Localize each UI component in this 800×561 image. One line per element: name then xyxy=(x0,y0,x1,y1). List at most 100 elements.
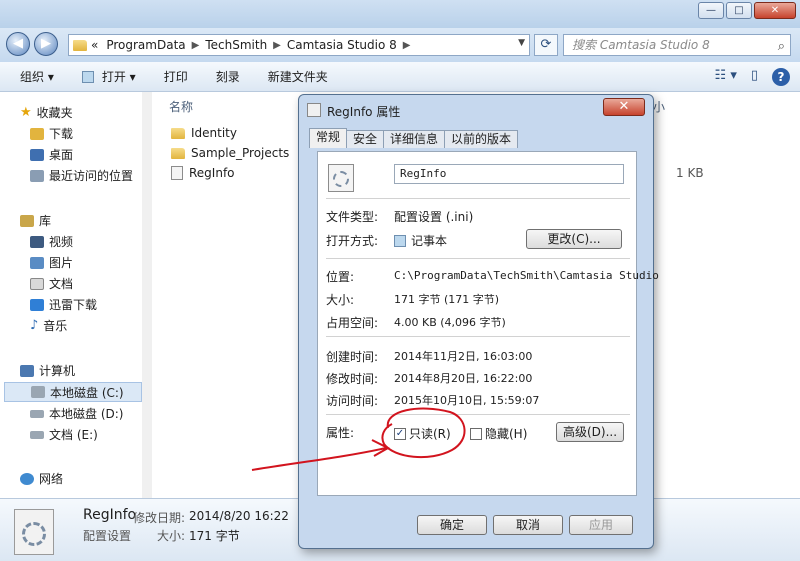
address-bar[interactable]: « ProgramData ▶ TechSmith ▶ Camtasia Stu… xyxy=(68,34,530,56)
notepad-icon xyxy=(394,235,406,247)
network-icon xyxy=(20,472,34,485)
details-file-type: 配置设置 xyxy=(83,529,132,543)
sidebar-scrollbar[interactable] xyxy=(142,92,152,498)
gear-icon xyxy=(22,522,46,546)
sidebar-item-xunlei[interactable]: 迅雷下载 xyxy=(30,296,97,313)
disk-size-value: 4.00 KB (4,096 字节) xyxy=(394,316,506,329)
sidebar-item-recent[interactable]: 最近访问的位置 xyxy=(30,167,133,184)
search-icon[interactable]: ⌕ xyxy=(778,37,785,57)
sidebar-item-favorites[interactable]: ★ 收藏夹 xyxy=(20,104,73,121)
minimize-button[interactable]: — xyxy=(698,2,724,19)
navigation-bar: ◀ ▶ « ProgramData ▶ TechSmith ▶ Camtasia… xyxy=(0,28,800,62)
sidebar-item-libraries[interactable]: 库 xyxy=(20,212,51,229)
sidebar-item-music[interactable]: ♪ 音乐 xyxy=(30,317,67,334)
view-options-icon[interactable]: ☷ ▾ xyxy=(715,68,737,86)
breadcrumb-techsmith[interactable]: TechSmith xyxy=(205,38,267,52)
chevron-down-icon[interactable]: ▼ xyxy=(518,38,525,48)
change-button[interactable]: 更改(C)... xyxy=(526,229,622,249)
new-folder-button[interactable]: 新建文件夹 xyxy=(268,68,328,85)
preview-pane-icon[interactable]: ▯ xyxy=(751,68,758,86)
checkbox-checked-icon[interactable]: ✓ xyxy=(394,427,406,440)
sidebar-item-pictures[interactable]: 图片 xyxy=(30,254,73,271)
modified-value: 2014年8月20日, 16:22:00 xyxy=(394,372,533,385)
drive-icon xyxy=(30,409,44,418)
chevron-right-icon[interactable]: ▶ xyxy=(403,40,411,51)
general-tab-panel: RegInfo 文件类型: 配置设置 (.ini) 打开方式: 记事本 更改(C… xyxy=(317,151,659,496)
folder-icon xyxy=(171,127,185,139)
accessed-value: 2015年10月10日, 15:59:07 xyxy=(394,394,540,407)
chevron-right-icon[interactable]: ▶ xyxy=(192,40,200,51)
back-button[interactable]: ◀ xyxy=(6,32,30,56)
advanced-button[interactable]: 高级(D)... xyxy=(556,422,624,442)
print-button[interactable]: 打印 xyxy=(164,68,188,85)
details-modified-label: 修改日期: xyxy=(133,511,186,525)
navigation-pane: ★ 收藏夹 下载 桌面 最近访问的位置 库 视频 图片 文档 迅雷下载 ♪ 音乐… xyxy=(0,92,152,498)
column-header-name[interactable]: 名称 xyxy=(169,98,193,115)
sidebar-item-computer[interactable]: 计算机 xyxy=(20,362,75,379)
divider xyxy=(326,414,630,415)
sidebar-item-videos[interactable]: 视频 xyxy=(30,233,73,250)
search-input[interactable]: 搜索 Camtasia Studio 8 ⌕ xyxy=(563,34,791,56)
list-item[interactable]: Identity xyxy=(171,126,237,140)
recent-places-icon xyxy=(30,169,44,182)
readonly-checkbox[interactable]: ✓ 只读(R) xyxy=(394,425,451,442)
sidebar-label: 库 xyxy=(39,214,52,228)
column-header-size[interactable]: 小 xyxy=(653,98,665,115)
video-icon xyxy=(30,235,44,248)
music-icon: ♪ xyxy=(30,318,39,333)
gear-icon xyxy=(333,171,349,187)
sidebar-label: 收藏夹 xyxy=(36,106,73,120)
modified-label: 修改时间: xyxy=(326,372,379,386)
refresh-button[interactable]: ⟳ xyxy=(534,34,558,56)
divider xyxy=(326,198,630,199)
tab-previous-versions[interactable]: 以前的版本 xyxy=(444,130,519,148)
breadcrumb-camtasia[interactable]: Camtasia Studio 8 xyxy=(287,38,397,52)
checkbox-icon[interactable] xyxy=(470,427,482,440)
breadcrumb-programdata[interactable]: ProgramData xyxy=(106,38,185,52)
hidden-checkbox[interactable]: 隐藏(H) xyxy=(470,425,527,442)
open-button[interactable]: 打开 ▾ xyxy=(81,68,136,85)
file-name: RegInfo xyxy=(189,166,235,180)
open-button-label: 打开 ▾ xyxy=(101,70,136,84)
sidebar-item-drive-d[interactable]: 本地磁盘 (D:) xyxy=(30,405,123,422)
sidebar-label: 桌面 xyxy=(49,148,74,162)
maximize-button[interactable]: □ xyxy=(726,2,752,19)
sidebar-item-drive-c[interactable]: 本地磁盘 (C:) xyxy=(4,382,142,402)
sidebar-label: 文档 (E:) xyxy=(49,428,98,442)
ok-button[interactable]: 确定 xyxy=(417,515,487,535)
settings-file-icon xyxy=(307,103,321,117)
star-icon: ★ xyxy=(20,105,32,120)
chevron-right-icon[interactable]: ▶ xyxy=(273,40,281,51)
apply-button[interactable]: 应用 xyxy=(569,515,633,535)
divider xyxy=(326,336,630,337)
list-item[interactable]: Sample_Projects xyxy=(171,146,289,160)
sidebar-item-network[interactable]: 网络 xyxy=(20,470,63,487)
drive-icon xyxy=(30,430,44,439)
burn-button[interactable]: 刻录 xyxy=(216,68,240,85)
details-size-value: 171 字节 xyxy=(189,529,240,543)
size-value: 171 字节 (171 字节) xyxy=(394,293,500,306)
dialog-close-button[interactable]: ✕ xyxy=(603,98,645,116)
list-item[interactable]: RegInfo xyxy=(171,166,235,180)
close-button[interactable]: ✕ xyxy=(754,2,796,19)
file-thumbnail-icon xyxy=(14,509,54,555)
location-label: 位置: xyxy=(326,270,355,284)
sidebar-item-downloads[interactable]: 下载 xyxy=(30,125,73,142)
readonly-label: 只读(R) xyxy=(409,427,451,441)
sidebar-item-documents[interactable]: 文档 xyxy=(30,275,73,292)
filename-input[interactable]: RegInfo xyxy=(394,164,624,184)
details-file-name: RegInfo xyxy=(83,507,137,523)
file-size: 1 KB xyxy=(676,166,704,180)
help-icon[interactable]: ? xyxy=(772,68,790,86)
tab-security[interactable]: 安全 xyxy=(346,130,385,148)
cancel-button[interactable]: 取消 xyxy=(493,515,563,535)
xunlei-icon xyxy=(30,298,44,311)
sidebar-item-desktop[interactable]: 桌面 xyxy=(30,146,73,163)
sidebar-item-drive-e[interactable]: 文档 (E:) xyxy=(30,426,98,443)
tab-general[interactable]: 常规 xyxy=(309,128,348,148)
tab-details[interactable]: 详细信息 xyxy=(383,130,446,148)
settings-file-icon xyxy=(328,164,354,192)
library-icon xyxy=(20,214,34,227)
organize-button[interactable]: 组织 ▾ xyxy=(20,68,54,85)
forward-button[interactable]: ▶ xyxy=(34,32,58,56)
